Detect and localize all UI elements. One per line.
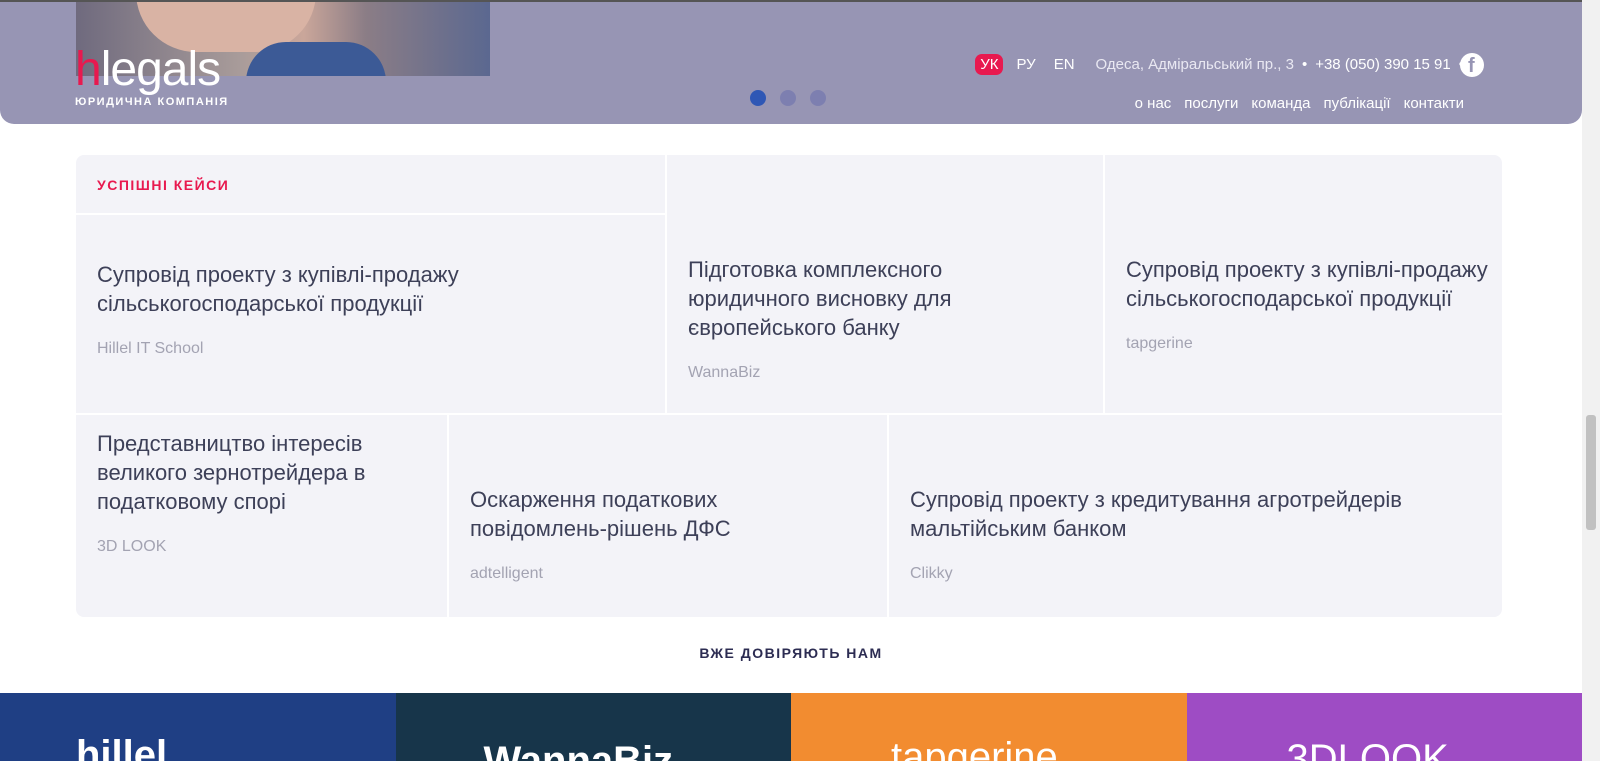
success-cases: УСПІШНІ КЕЙСИ Супровід проекту з купівлі… bbox=[76, 155, 1502, 617]
cases-label-cell: УСПІШНІ КЕЙСИ bbox=[76, 155, 667, 215]
case-client: adtelligent bbox=[470, 565, 543, 582]
site-header: hlegals ЮРИДИЧНА КОМПАНІЯ УК РУ EN Одеса… bbox=[0, 0, 1582, 124]
brand-logo-hillel[interactable]: hillel bbox=[0, 693, 396, 761]
logo-h-letter: h bbox=[75, 43, 102, 96]
facebook-icon[interactable]: f bbox=[1460, 53, 1484, 77]
trust-heading: ВЖЕ ДОВІРЯЮТЬ НАМ bbox=[699, 645, 883, 661]
lang-uk[interactable]: УК bbox=[975, 54, 1004, 75]
brand-logo-3dlook[interactable]: 3DLOOK bbox=[1186, 693, 1582, 761]
main-nav: о нас послуги команда публікації контакт… bbox=[1135, 95, 1464, 112]
nav-contacts[interactable]: контакти bbox=[1404, 95, 1464, 112]
brand-name: 3DLOOK bbox=[1286, 737, 1449, 761]
separator-1: • bbox=[1301, 56, 1308, 73]
nav-about[interactable]: о нас bbox=[1135, 95, 1172, 112]
page-scrollbar[interactable] bbox=[1582, 0, 1600, 761]
slider-dot-2[interactable] bbox=[780, 90, 796, 106]
case-card-3[interactable]: Супровід проекту з купівлі-продажу сільс… bbox=[1105, 155, 1502, 415]
logo-rest: legals bbox=[100, 43, 221, 96]
slider-dots bbox=[750, 90, 826, 106]
brand-name: tapgerine bbox=[891, 735, 1058, 761]
case-title: Супровід проекту з купівлі-продажу сільс… bbox=[97, 262, 459, 316]
phone-link[interactable]: +38 (050) 390 15 91 bbox=[1315, 56, 1451, 73]
header-topline: УК РУ EN Одеса, Адміральський пр., 3 • +… bbox=[975, 54, 1464, 75]
lang-en[interactable]: EN bbox=[1049, 54, 1080, 75]
case-client: Clikky bbox=[910, 565, 953, 582]
case-card-1[interactable]: Супровід проекту з купівлі-продажу сільс… bbox=[76, 215, 667, 415]
case-title: Представництво інтересів великого зернот… bbox=[97, 431, 366, 514]
cases-label: УСПІШНІ КЕЙСИ bbox=[97, 177, 230, 193]
case-client: WannaBiz bbox=[688, 364, 761, 381]
case-client: Hillel IT School bbox=[97, 340, 204, 357]
brand-logo-wannabiz[interactable]: WannaBiz bbox=[395, 693, 791, 761]
brand-logo-tapgerine[interactable]: tapgerine bbox=[791, 693, 1187, 761]
nav-services[interactable]: послуги bbox=[1184, 95, 1238, 112]
brand-name: hillel bbox=[76, 733, 168, 761]
case-card-4[interactable]: Представництво інтересів великого зернот… bbox=[76, 415, 449, 617]
site-logo[interactable]: hlegals ЮРИДИЧНА КОМПАНІЯ bbox=[75, 46, 229, 109]
case-title: Підготовка комплексного юридичного висно… bbox=[688, 257, 952, 340]
scrollbar-thumb[interactable] bbox=[1586, 415, 1596, 530]
nav-publications[interactable]: публікації bbox=[1323, 95, 1390, 112]
case-card-6[interactable]: Супровід проекту з кредитування агротрей… bbox=[889, 415, 1502, 617]
slider-dot-1[interactable] bbox=[750, 90, 766, 106]
facebook-glyph: f bbox=[1468, 55, 1475, 77]
case-client: 3D LOOK bbox=[97, 538, 167, 555]
case-card-5[interactable]: Оскарження податкових повідомлень-рішень… bbox=[449, 415, 889, 617]
logo-wordmark: hlegals bbox=[75, 46, 229, 94]
case-title: Оскарження податкових повідомлень-рішень… bbox=[470, 487, 731, 541]
office-address: Одеса, Адміральський пр., 3 bbox=[1095, 56, 1294, 73]
slider-dot-3[interactable] bbox=[810, 90, 826, 106]
case-card-2[interactable]: Підготовка комплексного юридичного висно… bbox=[667, 155, 1105, 415]
photo-shirt bbox=[246, 42, 386, 76]
case-title: Супровід проекту з кредитування агротрей… bbox=[910, 487, 1402, 541]
case-client: tapgerine bbox=[1126, 335, 1193, 352]
case-title: Супровід проекту з купівлі-продажу сільс… bbox=[1126, 257, 1488, 311]
nav-team[interactable]: команда bbox=[1251, 95, 1310, 112]
brand-name: WannaBiz bbox=[483, 739, 674, 761]
logo-subtitle: ЮРИДИЧНА КОМПАНІЯ bbox=[75, 96, 229, 108]
client-logos: hillel WannaBiz tapgerine 3DLOOK bbox=[0, 693, 1582, 761]
lang-ru[interactable]: РУ bbox=[1011, 54, 1040, 75]
